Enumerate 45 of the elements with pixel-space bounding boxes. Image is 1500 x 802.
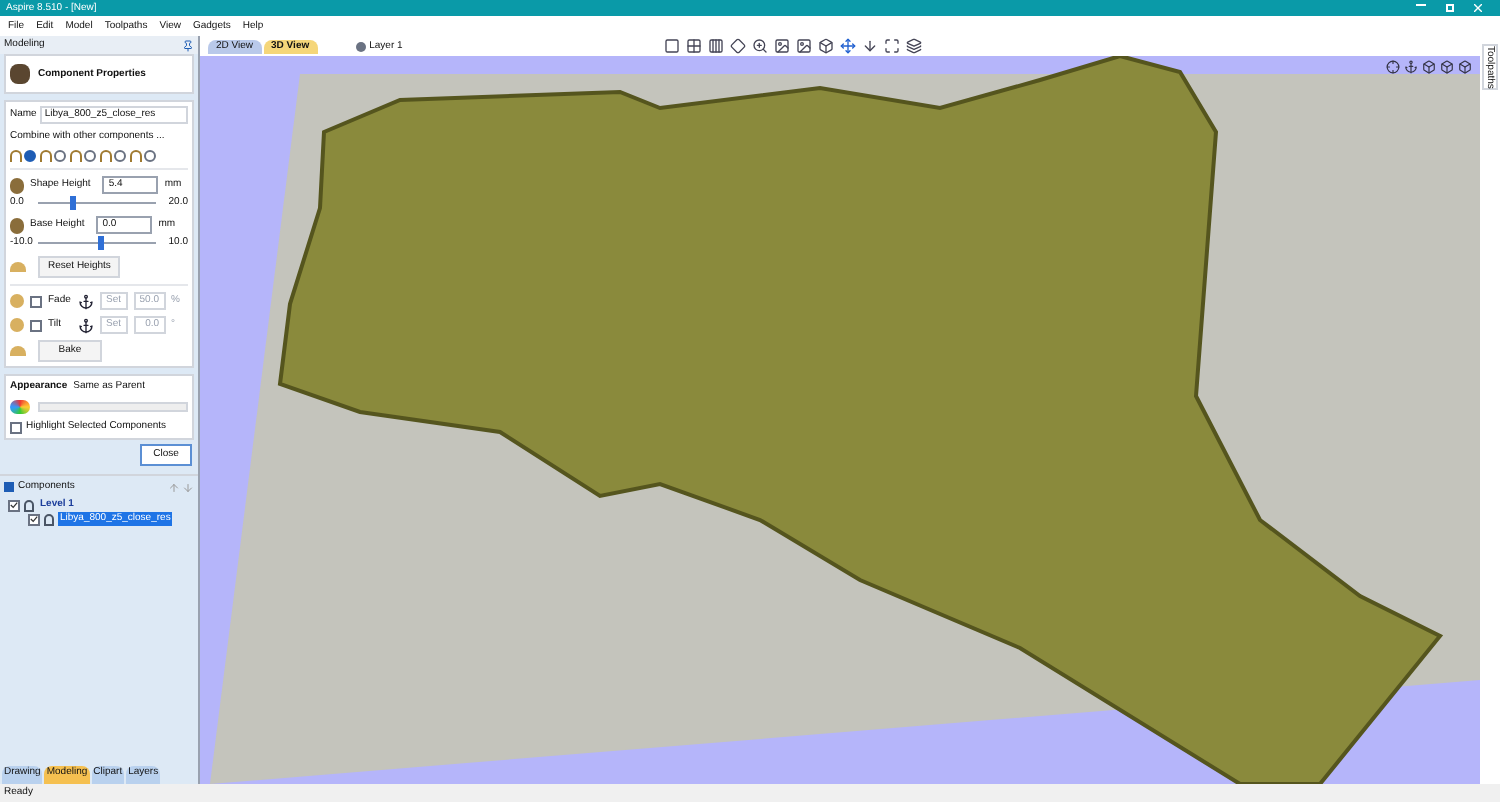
maximize-icon[interactable] (1446, 4, 1454, 12)
slider-thumb[interactable] (97, 236, 103, 250)
pin-icon[interactable] (182, 39, 194, 51)
toolbar-icon[interactable] (818, 38, 835, 54)
reset-icon (10, 262, 26, 272)
height-icon (10, 217, 24, 233)
toolbar-icon[interactable] (906, 38, 923, 54)
radio-button[interactable] (54, 150, 66, 162)
toolbar-icon[interactable] (774, 38, 791, 54)
radio-button[interactable] (114, 150, 126, 162)
checkbox[interactable] (10, 421, 22, 433)
toolbar-icon[interactable] (752, 38, 769, 54)
view-icon[interactable] (1440, 60, 1454, 74)
toolbar-icon[interactable] (730, 38, 747, 54)
toolbar-icon[interactable] (884, 38, 901, 54)
layer-icon (355, 41, 366, 51)
arch-icon (130, 150, 142, 162)
checkbox[interactable] (8, 499, 20, 511)
close-icon[interactable] (1474, 4, 1482, 12)
radio-button[interactable] (144, 150, 156, 162)
toolbar-icon[interactable] (708, 38, 725, 54)
anchor-icon (78, 317, 94, 333)
view-icon[interactable] (1404, 60, 1418, 74)
toolbar-icon[interactable] (796, 38, 813, 54)
height-icon (10, 177, 24, 193)
view-icon[interactable] (1458, 60, 1472, 74)
arch-icon (70, 150, 82, 162)
radio-button[interactable] (84, 150, 96, 162)
view-icon[interactable] (1386, 60, 1400, 74)
toolbar-icon[interactable] (686, 38, 703, 54)
slider-thumb[interactable] (69, 196, 76, 210)
view-icon[interactable] (1422, 60, 1436, 74)
section-icon (4, 482, 14, 492)
toolbar-icon[interactable] (840, 38, 857, 54)
anchor-icon (78, 293, 94, 309)
checkbox[interactable] (28, 513, 40, 525)
bake-icon (10, 346, 26, 356)
color-dropdown[interactable] (38, 402, 188, 412)
arch-icon (100, 150, 112, 162)
toolbar-icon[interactable] (862, 38, 879, 54)
toolbar-icon[interactable] (664, 38, 681, 54)
palette-icon (10, 400, 30, 414)
arch-icon (40, 150, 52, 162)
radio-button[interactable] (24, 150, 36, 162)
arch-icon (10, 150, 22, 162)
